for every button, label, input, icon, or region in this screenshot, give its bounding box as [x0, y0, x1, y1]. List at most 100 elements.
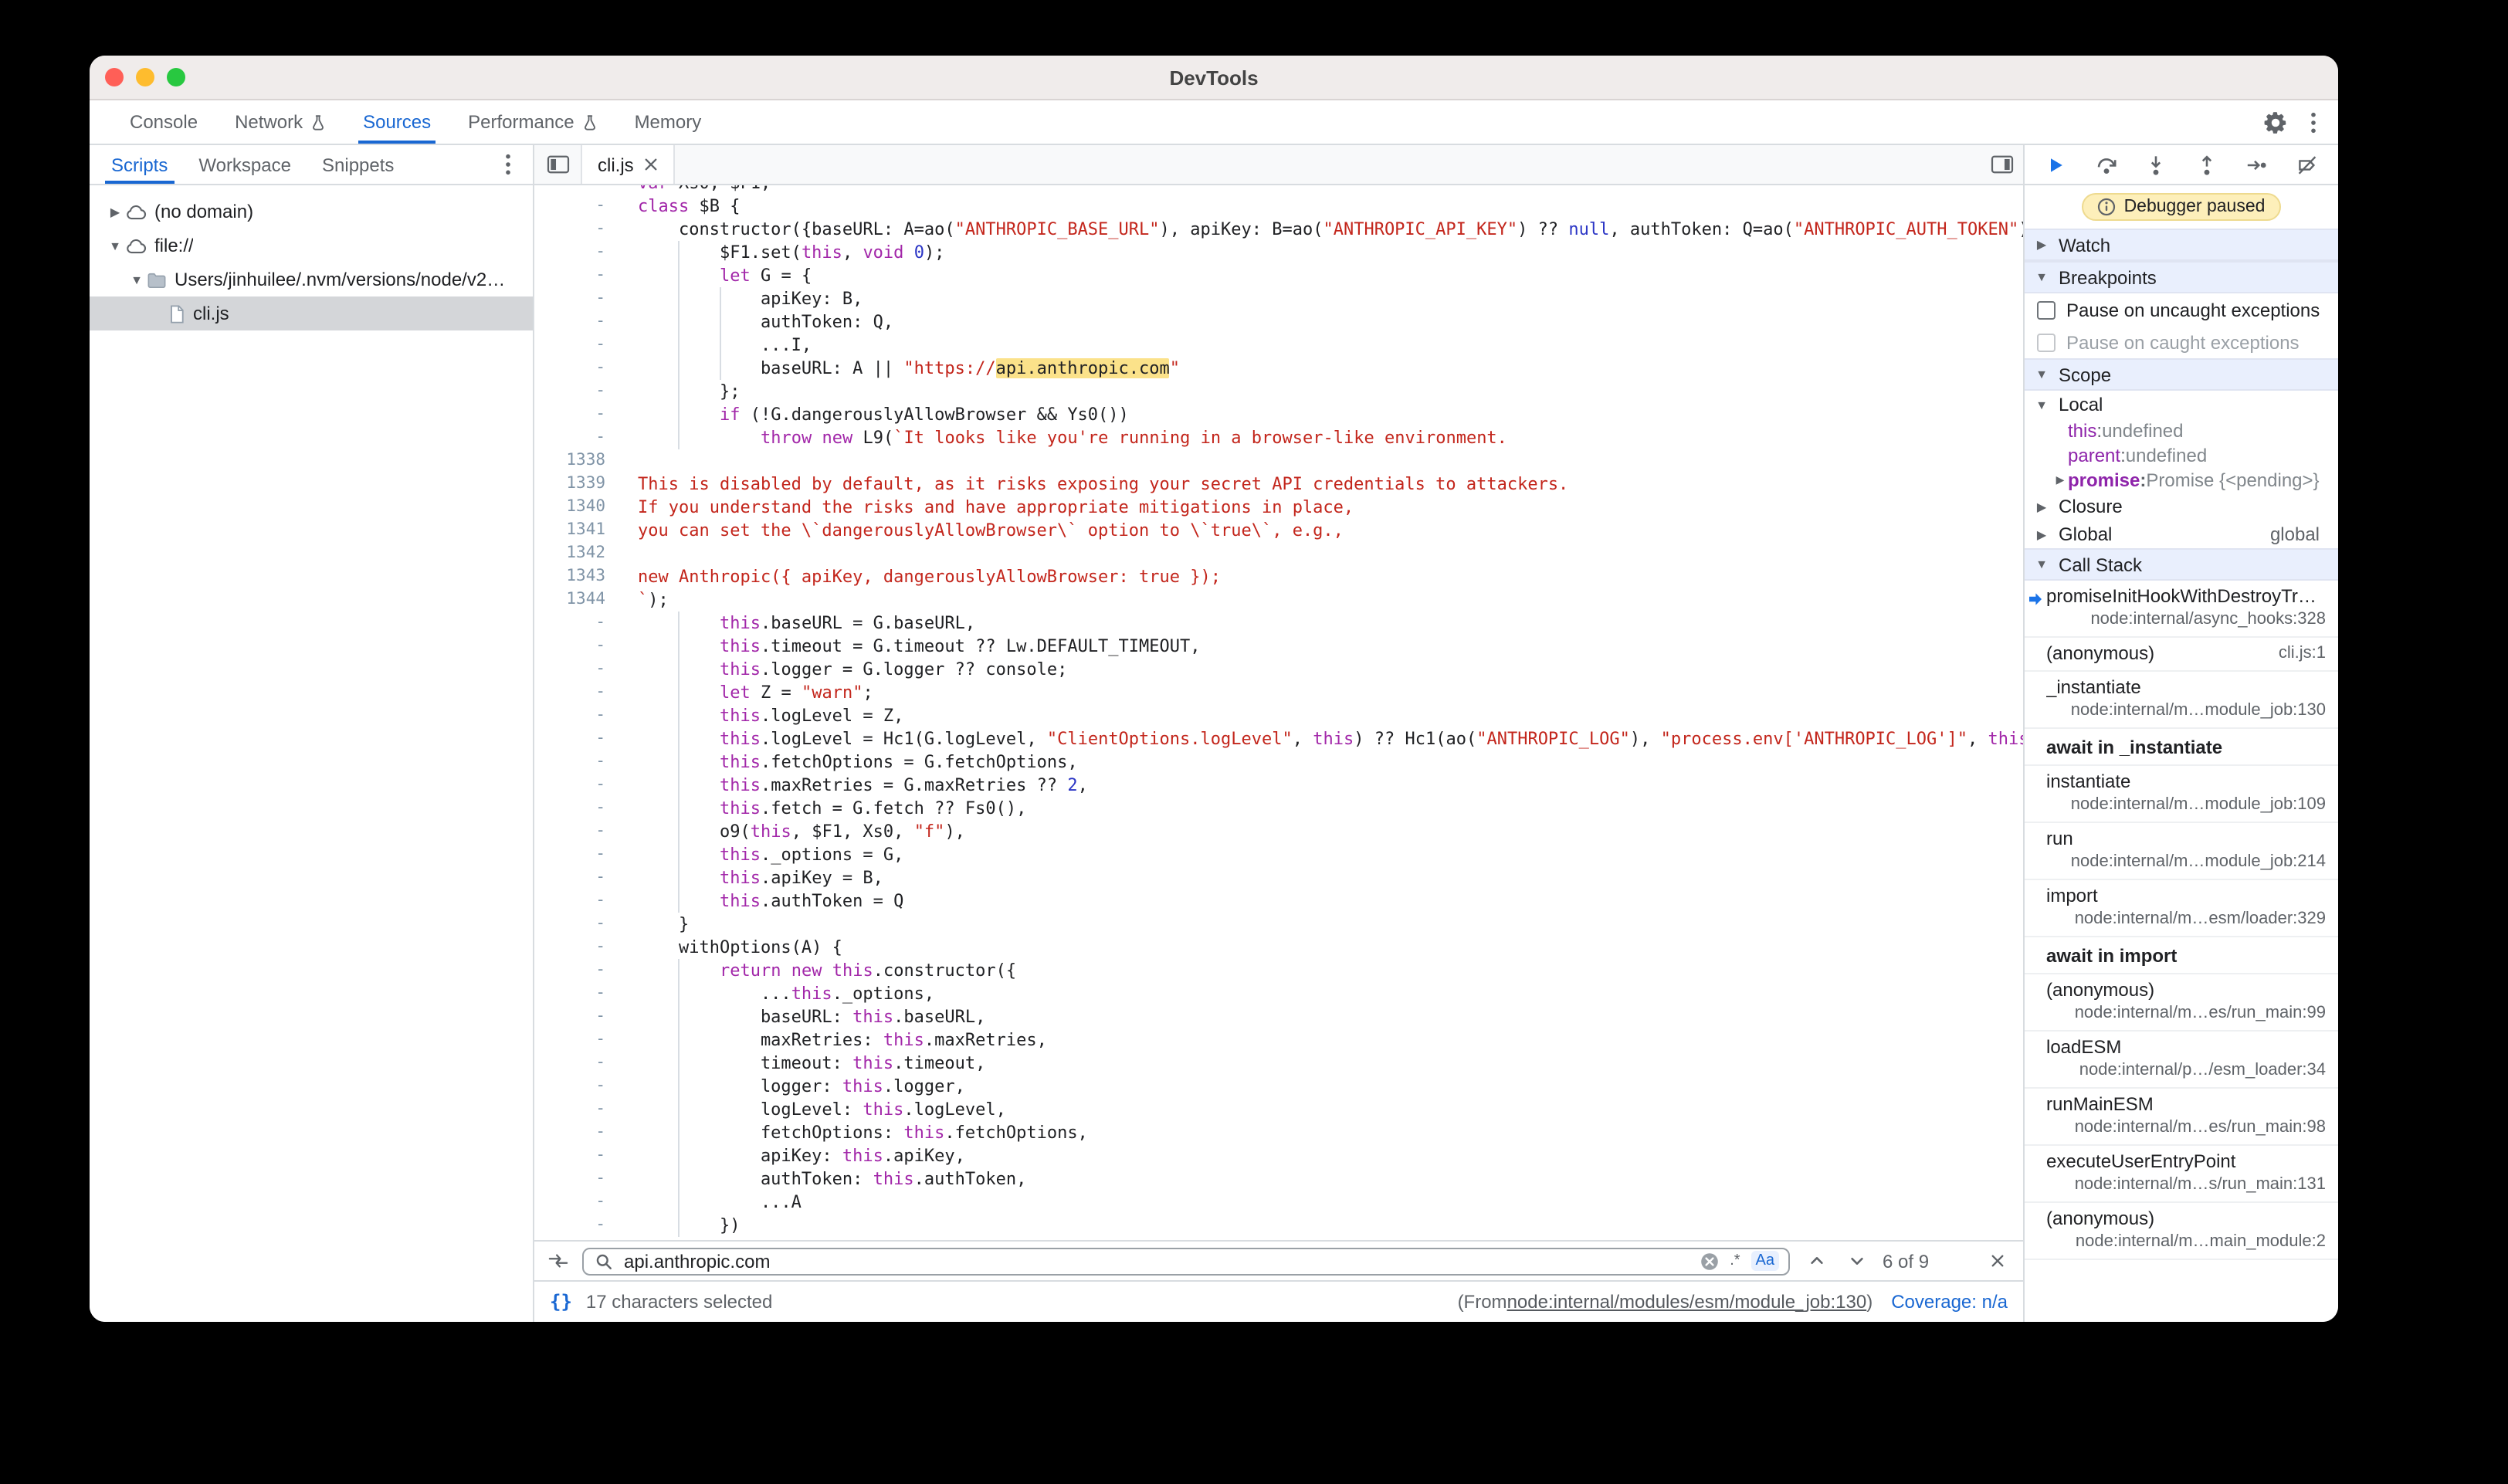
- scope-section-global[interactable]: ▶Globalglobal: [2025, 520, 2338, 548]
- tab-performance[interactable]: Performance: [449, 100, 615, 144]
- callstack-frame-import[interactable]: importnode:internal/m…esm/loader:329: [2025, 880, 2338, 937]
- zoom-window-button[interactable]: [167, 68, 185, 86]
- sidebar-tab-snippets[interactable]: Snippets: [307, 145, 409, 184]
- chevron-expanded-icon[interactable]: ▼: [2034, 368, 2049, 381]
- callstack-frame-instantiate[interactable]: _instantiatenode:internal/m…module_job:1…: [2025, 672, 2338, 729]
- chevron-expanded-icon[interactable]: ▼: [2034, 270, 2049, 284]
- navigator-more-menu-icon[interactable]: [490, 153, 527, 176]
- line-gutter[interactable]: -: [534, 866, 615, 889]
- line-gutter[interactable]: -: [534, 185, 615, 195]
- code-editor[interactable]: -var Xs0, $F1;-class $B {- constructor({…: [534, 185, 2023, 1240]
- scope-variable-this[interactable]: thisundefined: [2025, 418, 2338, 443]
- chevron-expanded-icon[interactable]: ▼: [127, 273, 147, 286]
- tab-sources[interactable]: Sources: [344, 100, 449, 144]
- line-gutter[interactable]: -: [534, 1214, 615, 1237]
- line-gutter[interactable]: -: [534, 959, 615, 982]
- chevron-expanded-icon[interactable]: ▼: [105, 239, 125, 252]
- line-gutter[interactable]: -: [534, 1098, 615, 1121]
- chevron-collapsed-icon[interactable]: ▶: [105, 205, 125, 219]
- scope-section-closure[interactable]: ▶Closure: [2025, 493, 2338, 520]
- line-gutter[interactable]: -: [534, 1028, 615, 1052]
- line-gutter[interactable]: -: [534, 310, 615, 334]
- step-over-button[interactable]: [2092, 151, 2120, 178]
- line-gutter[interactable]: 1344: [534, 588, 615, 612]
- line-gutter[interactable]: -: [534, 936, 615, 959]
- tree-item-users-jinhuilee-nvm-versions-node-v2[interactable]: ▼Users/jinhuilee/.nvm/versions/node/v2…: [90, 263, 533, 296]
- line-gutter[interactable]: -: [534, 612, 615, 635]
- line-gutter[interactable]: 1338: [534, 449, 615, 473]
- callstack-frame-executeuserentrypoint[interactable]: executeUserEntryPointnode:internal/m…s/r…: [2025, 1146, 2338, 1203]
- coverage-link[interactable]: Coverage: n/a: [1891, 1291, 2008, 1313]
- find-previous-button[interactable]: [1802, 1247, 1830, 1275]
- line-gutter[interactable]: 1341: [534, 519, 615, 542]
- close-tab-icon[interactable]: [645, 158, 659, 171]
- tab-network[interactable]: Network: [216, 100, 344, 144]
- callstack-frame-run[interactable]: runnode:internal/m…module_job:214: [2025, 823, 2338, 880]
- match-case-toggle[interactable]: Aa: [1751, 1251, 1779, 1271]
- line-gutter[interactable]: -: [534, 727, 615, 750]
- line-gutter[interactable]: -: [534, 658, 615, 681]
- line-gutter[interactable]: -: [534, 357, 615, 380]
- chevron-collapsed-icon[interactable]: ▶: [2052, 474, 2068, 486]
- chevron-collapsed-icon[interactable]: ▶: [2034, 500, 2049, 513]
- line-gutter[interactable]: -: [534, 797, 615, 820]
- step-button[interactable]: [2243, 151, 2271, 178]
- close-search-button[interactable]: [1991, 1254, 2011, 1268]
- tab-memory[interactable]: Memory: [616, 100, 720, 144]
- line-gutter[interactable]: 1343: [534, 565, 615, 588]
- step-out-button[interactable]: [2193, 151, 2221, 178]
- line-gutter[interactable]: 1339: [534, 473, 615, 496]
- replace-toggle-icon[interactable]: [547, 1251, 570, 1271]
- chevron-collapsed-icon[interactable]: ▶: [2034, 527, 2049, 541]
- callstack-frame-anonymous[interactable]: (anonymous)node:internal/m…main_module:2: [2025, 1203, 2338, 1260]
- more-menu-icon[interactable]: [2310, 110, 2317, 134]
- tree-item-no-domain[interactable]: ▶(no domain): [90, 195, 533, 229]
- line-gutter[interactable]: -: [534, 403, 615, 426]
- callstack-frame-anonymous[interactable]: (anonymous)node:internal/m…es/run_main:9…: [2025, 974, 2338, 1032]
- search-input[interactable]: [582, 1247, 1790, 1275]
- scope-section-header[interactable]: ▼ Scope: [2025, 358, 2338, 391]
- toggle-navigator-icon[interactable]: [534, 154, 581, 174]
- callstack-frame-instantiate[interactable]: instantiatenode:internal/m…module_job:10…: [2025, 766, 2338, 823]
- line-gutter[interactable]: -: [534, 241, 615, 264]
- line-gutter[interactable]: -: [534, 334, 615, 357]
- callstack-frame-anonymous[interactable]: (anonymous)cli.js:1: [2025, 638, 2338, 672]
- callstack-frame-promiseinithookwithdestroytr[interactable]: promiseInitHookWithDestroyTr…node:intern…: [2025, 581, 2338, 638]
- line-gutter[interactable]: -: [534, 774, 615, 797]
- sidebar-tab-scripts[interactable]: Scripts: [96, 145, 183, 184]
- line-gutter[interactable]: -: [534, 1075, 615, 1098]
- line-gutter[interactable]: -: [534, 1052, 615, 1075]
- clear-search-icon[interactable]: [1700, 1252, 1719, 1270]
- line-gutter[interactable]: -: [534, 750, 615, 774]
- chevron-collapsed-icon[interactable]: ▶: [2034, 238, 2049, 252]
- line-gutter[interactable]: 1340: [534, 496, 615, 519]
- line-gutter[interactable]: -: [534, 264, 615, 287]
- resume-button[interactable]: [2042, 151, 2069, 178]
- toggle-debugger-sidebar-icon[interactable]: [1991, 154, 2014, 174]
- scope-variable-promise[interactable]: ▶promisePromise {<pending>}: [2025, 468, 2338, 493]
- line-gutter[interactable]: -: [534, 380, 615, 403]
- line-gutter[interactable]: -: [534, 1121, 615, 1144]
- callstack-frame-loadesm[interactable]: loadESMnode:internal/p…/esm_loader:34: [2025, 1032, 2338, 1089]
- minimize-window-button[interactable]: [136, 68, 154, 86]
- line-gutter[interactable]: -: [534, 704, 615, 727]
- close-window-button[interactable]: [105, 68, 124, 86]
- line-gutter[interactable]: -: [534, 218, 615, 241]
- breakpoint-option-pause-on-caught-exceptions[interactable]: Pause on caught exceptions: [2025, 326, 2338, 358]
- sidebar-tab-workspace[interactable]: Workspace: [183, 145, 307, 184]
- from-script-link[interactable]: node:internal/modules/esm/module_job:130: [1507, 1291, 1867, 1313]
- tree-item-file[interactable]: ▼file://: [90, 229, 533, 263]
- deactivate-breakpoints-button[interactable]: [2293, 151, 2321, 178]
- callstack-frame-runmainesm[interactable]: runMainESMnode:internal/m…es/run_main:98: [2025, 1089, 2338, 1146]
- regex-toggle[interactable]: .*: [1730, 1252, 1740, 1269]
- checkbox[interactable]: [2037, 300, 2056, 319]
- line-gutter[interactable]: -: [534, 889, 615, 913]
- line-gutter[interactable]: -: [534, 1005, 615, 1028]
- line-gutter[interactable]: -: [534, 843, 615, 866]
- step-into-button[interactable]: [2142, 151, 2170, 178]
- tab-console[interactable]: Console: [111, 100, 216, 144]
- tree-item-cli-js[interactable]: cli.js: [90, 296, 533, 330]
- line-gutter[interactable]: -: [534, 1167, 615, 1191]
- scope-section-local[interactable]: ▼Local: [2025, 391, 2338, 418]
- callstack-section-header[interactable]: ▼ Call Stack: [2025, 548, 2338, 581]
